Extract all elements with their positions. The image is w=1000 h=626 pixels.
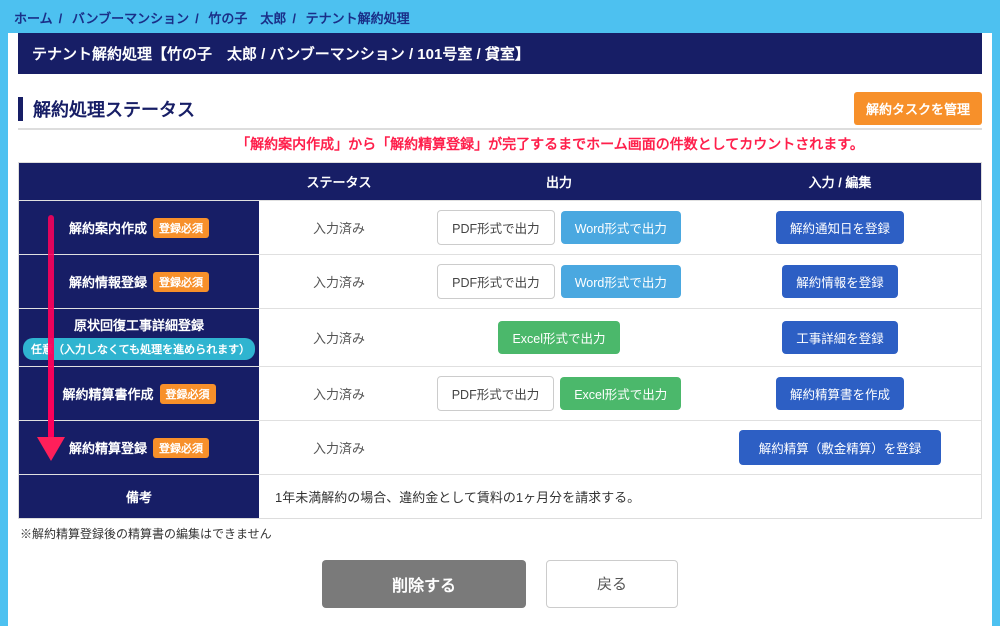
- status-value: 入力済み: [259, 421, 419, 474]
- edit-button[interactable]: 工事詳細を登録: [782, 321, 898, 354]
- required-badge: 登録必須: [153, 272, 209, 292]
- required-badge: 登録必須: [153, 218, 209, 238]
- th-name: [19, 163, 259, 200]
- table-row: 解約情報登録登録必須 入力済み PDF形式で出力Word形式で出力 解約情報を登録: [19, 254, 981, 308]
- remark-value: 1年未満解約の場合、違約金として賃料の1ヶ月分を請求する。: [259, 475, 981, 518]
- status-value: 入力済み: [259, 367, 419, 420]
- edit-button[interactable]: 解約精算書を作成: [776, 377, 904, 410]
- status-value: 入力済み: [259, 201, 419, 254]
- crumb-current: テナント解約処理: [306, 11, 410, 26]
- required-badge: 登録必須: [153, 438, 209, 458]
- section-accent: [18, 97, 23, 121]
- remark-label: 備考: [19, 475, 259, 518]
- output-button[interactable]: PDF形式で出力: [437, 264, 555, 299]
- output-button[interactable]: Word形式で出力: [561, 265, 681, 298]
- status-table: ステータス 出力 入力 / 編集 解約案内作成登録必須入力済みPDF形式で出力W…: [18, 162, 982, 519]
- footnote: ※解約精算登録後の精算書の編集はできません: [20, 525, 980, 542]
- breadcrumb: ホーム/ バンブーマンション/ 竹の子 太郎/ テナント解約処理: [0, 0, 1000, 33]
- th-status: ステータス: [259, 163, 419, 200]
- output-button[interactable]: PDF形式で出力: [437, 376, 555, 411]
- optional-badge: 任意（入力しなくても処理を進められます）: [23, 338, 255, 360]
- step-name: 解約案内作成: [69, 218, 147, 237]
- page-title: テナント解約処理【竹の子 太郎 / バンブーマンション / 101号室 / 貸室…: [18, 33, 982, 74]
- th-edit: 入力 / 編集: [699, 163, 981, 200]
- edit-button[interactable]: 解約精算（敷金精算）を登録: [739, 430, 942, 465]
- table-row: 解約精算登録登録必須 入力済み 解約精算（敷金精算）を登録: [19, 420, 981, 474]
- output-button[interactable]: PDF形式で出力: [437, 210, 555, 245]
- section-title: 解約処理ステータス: [33, 96, 195, 122]
- output-button[interactable]: Excel形式で出力: [560, 377, 681, 410]
- required-badge: 登録必須: [160, 384, 216, 404]
- edit-button[interactable]: 解約情報を登録: [782, 265, 898, 298]
- crumb-home[interactable]: ホーム: [14, 11, 53, 26]
- info-note: 「解約案内作成」から「解約精算登録」が完了するまでホーム画面の件数としてカウント…: [18, 134, 982, 154]
- table-row: 原状回復工事詳細登録任意（入力しなくても処理を進められます）入力済み Excel形…: [19, 308, 981, 366]
- status-value: 入力済み: [259, 309, 419, 366]
- step-name: 解約精算登録: [69, 438, 147, 457]
- output-button[interactable]: Word形式で出力: [561, 211, 681, 244]
- manage-tasks-button[interactable]: 解約タスクを管理: [854, 92, 982, 125]
- edit-button[interactable]: 解約通知日を登録: [776, 211, 904, 244]
- crumb-tenant[interactable]: 竹の子 太郎: [208, 11, 286, 26]
- crumb-building[interactable]: バンブーマンション: [72, 11, 189, 26]
- output-button[interactable]: Excel形式で出力: [498, 321, 619, 354]
- back-button[interactable]: 戻る: [546, 560, 678, 608]
- step-name: 解約情報登録: [69, 272, 147, 291]
- delete-button[interactable]: 削除する: [322, 560, 526, 608]
- step-name: 原状回復工事詳細登録: [74, 315, 204, 334]
- table-row: 解約案内作成登録必須 入力済み PDF形式で出力Word形式で出力 解約通知日を登録: [19, 200, 981, 254]
- status-value: 入力済み: [259, 255, 419, 308]
- step-name: 解約精算書作成: [62, 384, 153, 403]
- th-output: 出力: [419, 163, 699, 200]
- table-row: 解約精算書作成登録必須 入力済み PDF形式で出力Excel形式で出力 解約精算書を作…: [19, 366, 981, 420]
